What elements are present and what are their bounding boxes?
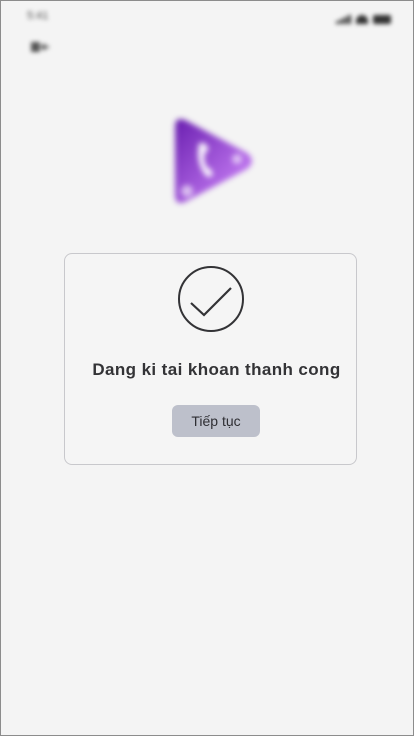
app-logo <box>165 113 257 209</box>
battery-icon <box>373 15 391 24</box>
status-icons <box>336 15 391 24</box>
checkmark-circle-icon <box>178 266 244 332</box>
play-phone-logo-icon <box>175 119 252 203</box>
continue-button[interactable]: Tiếp tục <box>172 405 260 437</box>
dialog-message: Dang ki tai khoan thanh cong <box>92 360 341 379</box>
app-screen: 5:41 Dang ki tai khoan thanh cong Tiếp t… <box>0 0 414 736</box>
wifi-icon <box>356 15 368 24</box>
status-time: 5:41 <box>27 10 49 22</box>
back-button[interactable] <box>29 39 51 55</box>
back-arrow-icon <box>31 42 49 52</box>
success-dialog: Dang ki tai khoan thanh cong Tiếp tục <box>64 253 357 465</box>
signal-icon <box>336 15 351 24</box>
